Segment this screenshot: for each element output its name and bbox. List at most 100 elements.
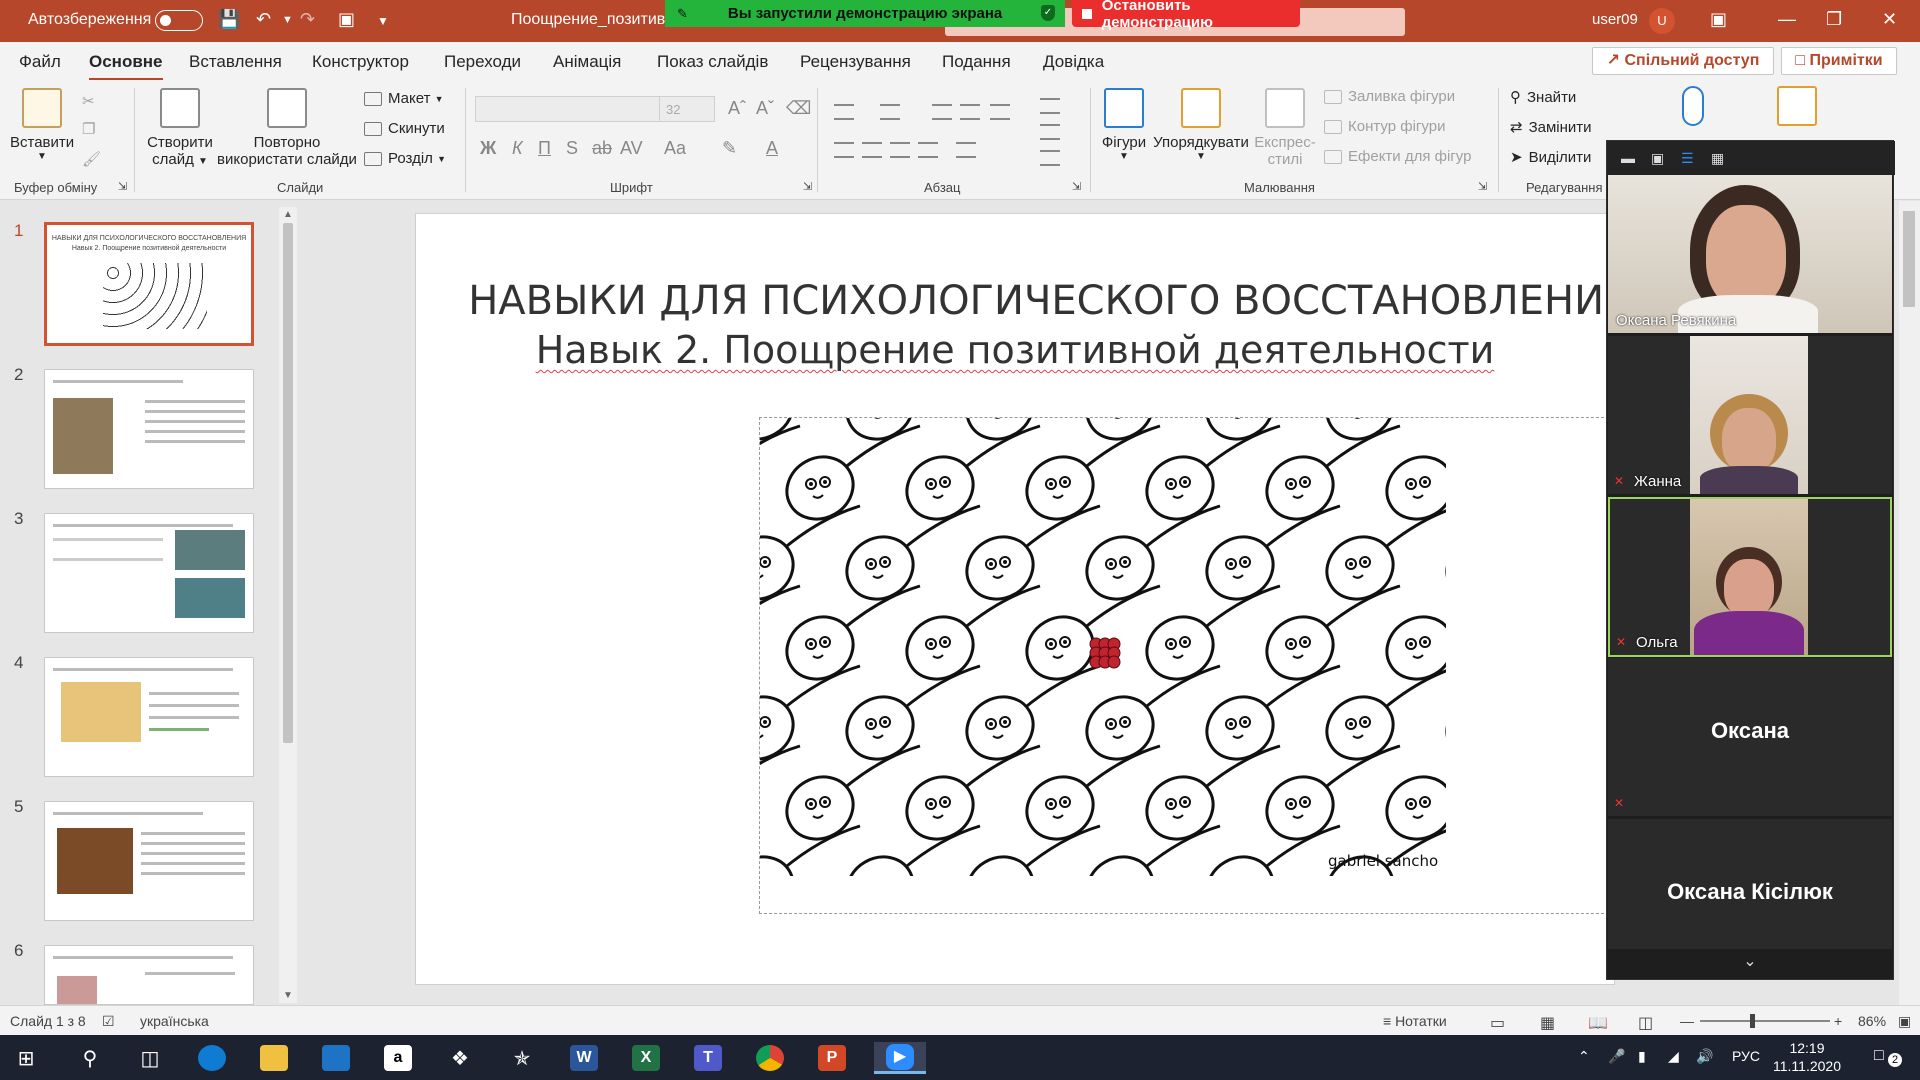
copy-icon[interactable]: ❐ xyxy=(82,120,95,138)
dictate-button[interactable] xyxy=(1670,86,1716,132)
zoom-slider-handle[interactable] xyxy=(1750,1014,1755,1028)
bullets-icon[interactable] xyxy=(834,104,854,120)
tab-file[interactable]: Файл xyxy=(19,52,61,72)
network-icon[interactable]: ◢ xyxy=(1668,1048,1679,1065)
clear-format-icon[interactable]: ⌫ xyxy=(786,98,811,119)
tab-view[interactable]: Подання xyxy=(942,52,1011,72)
dialog-launcher-icon[interactable]: ⇲ xyxy=(1478,180,1487,193)
new-slide-button[interactable]: Створити слайд ▼ xyxy=(142,88,218,168)
quick-styles-button[interactable]: Експрес- стилі xyxy=(1250,88,1320,168)
decrease-font-icon[interactable]: Aˇ xyxy=(756,98,774,119)
slide-thumbnail-1[interactable]: НАВЫКИ ДЛЯ ПСИХОЛОГИЧЕСКОГО ВОССТАНОВЛЕН… xyxy=(44,222,254,346)
justify-icon[interactable] xyxy=(918,142,938,158)
participant-tile-5[interactable]: Оксана Кісілюк xyxy=(1608,819,1892,949)
mail-icon[interactable] xyxy=(316,1042,356,1074)
arrange-button[interactable]: Упорядкувати ▼ xyxy=(1150,88,1252,162)
increase-indent-icon[interactable] xyxy=(960,104,980,120)
slide-thumbnail-4[interactable] xyxy=(44,657,254,777)
slide-thumbnail-5[interactable] xyxy=(44,801,254,921)
shape-outline-button[interactable]: Контур фігури xyxy=(1324,118,1445,135)
normal-view-icon[interactable]: ▭ xyxy=(1490,1013,1505,1033)
align-center-icon[interactable] xyxy=(862,142,882,158)
edge-browser-icon[interactable] xyxy=(192,1042,232,1074)
character-spacing-icon[interactable]: AV xyxy=(620,138,643,159)
search-icon[interactable]: ⚲ xyxy=(70,1042,110,1074)
dialog-launcher-icon[interactable]: ⇲ xyxy=(1072,180,1081,193)
chevron-down-icon[interactable]: ⌄ xyxy=(1607,951,1893,971)
font-name-combobox[interactable] xyxy=(475,96,661,122)
microphone-icon[interactable]: 🎤 xyxy=(1608,1048,1625,1065)
underline-icon[interactable]: П xyxy=(538,138,551,159)
restore-icon[interactable]: ❐ xyxy=(1826,9,1842,30)
highlight-icon[interactable]: ✎ xyxy=(722,138,737,159)
tab-help[interactable]: Довідка xyxy=(1043,52,1104,72)
notes-button[interactable]: ≡ Нотатки xyxy=(1383,1013,1447,1029)
dropbox-icon[interactable]: ❖ xyxy=(440,1042,480,1074)
app-icon[interactable]: ✯ xyxy=(502,1042,542,1074)
tab-insert[interactable]: Вставлення xyxy=(189,52,282,72)
layout-button[interactable]: Макет ▼ xyxy=(364,90,444,107)
cut-icon[interactable]: ✂ xyxy=(82,92,95,110)
tadpole-illustration[interactable]: gabriel sancho xyxy=(760,418,1446,876)
slide-canvas[interactable]: НАВЫКИ ДЛЯ ПСИХОЛОГИЧЕСКОГО ВОССТАНОВЛЕН… xyxy=(415,213,1615,985)
comments-button[interactable]: □ Примітки xyxy=(1781,47,1897,75)
windows-start-icon[interactable]: ⊞ xyxy=(6,1042,46,1074)
font-color-icon[interactable]: A xyxy=(766,138,778,159)
tab-review[interactable]: Рецензування xyxy=(800,52,911,72)
find-button[interactable]: ⚲ Знайти xyxy=(1510,88,1576,107)
amazon-icon[interactable]: a xyxy=(378,1042,418,1074)
change-case-icon[interactable]: Aa xyxy=(664,138,686,159)
file-explorer-icon[interactable] xyxy=(254,1042,294,1074)
participant-tile-3[interactable]: ✕ Ольга xyxy=(1608,497,1892,657)
undo-icon[interactable]: ↶ xyxy=(256,9,271,30)
numbering-icon[interactable] xyxy=(880,104,900,120)
language-indicator[interactable]: українська xyxy=(140,1013,209,1029)
undo-dropdown-icon[interactable]: ▼ xyxy=(282,14,293,26)
zoom-slider[interactable] xyxy=(1700,1014,1830,1028)
minimize-icon[interactable]: — xyxy=(1778,9,1796,30)
input-language[interactable]: РУС xyxy=(1732,1048,1760,1064)
user-name[interactable]: user09 xyxy=(1592,11,1638,28)
minimize-panel-icon[interactable]: ▬ xyxy=(1621,150,1635,166)
slide-scrollbar[interactable] xyxy=(1899,201,1920,1005)
slide-thumbnail-3[interactable] xyxy=(44,513,254,633)
zoom-in-icon[interactable]: + xyxy=(1834,1013,1842,1029)
columns-icon[interactable] xyxy=(956,142,976,158)
slide-thumbnail-2[interactable] xyxy=(44,369,254,489)
powerpoint-icon[interactable]: P xyxy=(812,1042,852,1074)
shape-effects-button[interactable]: Ефекти для фігур xyxy=(1324,148,1471,165)
text-direction-icon[interactable] xyxy=(1040,98,1060,114)
strikethrough-icon[interactable]: ab xyxy=(592,138,612,159)
show-hidden-icons[interactable]: ⌃ xyxy=(1578,1048,1590,1065)
redo-icon[interactable]: ↷ xyxy=(300,9,315,30)
slide-title[interactable]: НАВЫКИ ДЛЯ ПСИХОЛОГИЧЕСКОГО ВОССТАНОВЛЕН… xyxy=(416,278,1614,324)
participant-tile-4[interactable]: Оксана ✕ xyxy=(1608,658,1892,816)
ribbon-display-options-icon[interactable]: ▣ xyxy=(1710,9,1727,30)
task-view-icon[interactable]: ◫ xyxy=(130,1042,170,1074)
thumbnail-scrollbar[interactable]: ▲ ▼ xyxy=(279,207,297,1003)
volume-icon[interactable]: 🔊 xyxy=(1696,1048,1713,1065)
reuse-slides-button[interactable]: Повторно використати слайди xyxy=(216,88,358,168)
shapes-button[interactable]: Фігури ▼ xyxy=(1096,88,1152,162)
customize-toolbar-icon[interactable]: ▼ xyxy=(377,14,389,28)
tab-design[interactable]: Конструктор xyxy=(312,52,409,72)
zoom-app-icon[interactable]: ▶ xyxy=(874,1042,926,1074)
font-size-combobox[interactable]: 32 xyxy=(659,96,715,122)
share-button[interactable]: ↗ Спільний доступ xyxy=(1592,47,1774,75)
dialog-launcher-icon[interactable]: ⇲ xyxy=(803,180,812,193)
designer-button[interactable] xyxy=(1774,86,1820,132)
word-icon[interactable]: W xyxy=(564,1042,604,1074)
scrollbar-thumb[interactable] xyxy=(1903,211,1915,307)
slide-subtitle[interactable]: Навык 2. Поощрение позитивной деятельнос… xyxy=(416,328,1614,372)
select-button[interactable]: ➤ Виділити xyxy=(1510,148,1591,167)
section-button[interactable]: Розділ ▼ xyxy=(364,150,446,167)
replace-button[interactable]: ⇄ Замінити xyxy=(1510,118,1592,137)
format-painter-icon[interactable]: 🖌 xyxy=(82,150,101,168)
fit-slide-icon[interactable]: ▣ xyxy=(1898,1013,1911,1030)
align-text-icon[interactable] xyxy=(1040,124,1060,140)
zoom-level[interactable]: 86% xyxy=(1858,1013,1886,1029)
bold-icon[interactable]: Ж xyxy=(480,138,496,159)
single-view-icon[interactable]: ▣ xyxy=(1651,150,1664,167)
scroll-up-icon[interactable]: ▲ xyxy=(283,209,293,220)
close-icon[interactable]: ✕ xyxy=(1882,9,1897,30)
